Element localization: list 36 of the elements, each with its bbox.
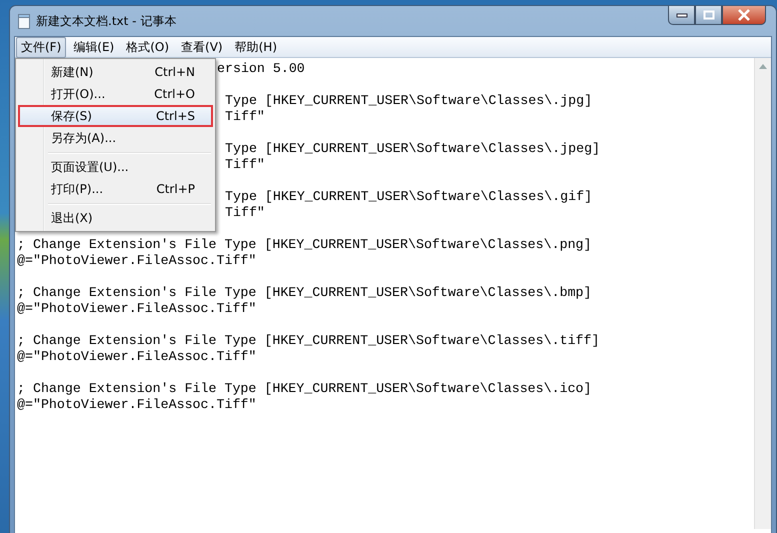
- window-title: 新建文本文档.txt - 记事本: [36, 12, 176, 30]
- text-line: ; Change Extension's File Type [HKEY_CURRENT_USER\Software\Classes\.tiff]: [17, 333, 600, 348]
- text-line: @="PhotoViewer.FileAssoc.Tiff": [17, 397, 256, 412]
- vertical-scrollbar[interactable]: [754, 58, 771, 529]
- text-line: @="PhotoViewer.FileAssoc.Tiff": [17, 349, 256, 364]
- maximize-icon: [702, 10, 714, 20]
- text-line: Tiff": [225, 205, 265, 220]
- text-line: Type [HKEY_CURRENT_USER\Software\Classes\.jpeg]: [225, 141, 600, 156]
- text-line: Type [HKEY_CURRENT_USER\Software\Classes\.gif]: [225, 189, 592, 204]
- text-line: ; Change Extension's File Type [HKEY_CURRENT_USER\Software\Classes\.bmp]: [17, 285, 592, 300]
- text-line: ; Change Extension's File Type [HKEY_CURRENT_USER\Software\Classes\.ico]: [17, 381, 592, 396]
- menu-option[interactable]: 打开(O)... Ctrl+O: [18, 83, 213, 105]
- minimize-icon: [676, 12, 688, 18]
- menu-option[interactable]: 页面设置(U)...: [18, 156, 213, 178]
- menu-item[interactable]: 帮助(H): [230, 36, 282, 58]
- menu-option[interactable]: 新建(N) Ctrl+N: [18, 61, 213, 83]
- close-button[interactable]: [722, 6, 766, 25]
- close-icon: [737, 9, 751, 21]
- minimize-button[interactable]: [668, 6, 695, 25]
- menu-item[interactable]: 文件(F): [16, 36, 66, 58]
- notepad-icon: [18, 14, 30, 28]
- menu-option[interactable]: 退出(X): [18, 207, 213, 229]
- menu-item[interactable]: 查看(V): [176, 36, 228, 58]
- text-line: ; Change Extension's File Type [HKEY_CURRENT_USER\Software\Classes\.png]: [17, 237, 592, 252]
- menu-item[interactable]: 格式(O): [121, 36, 174, 58]
- menu-item[interactable]: 编辑(E): [68, 36, 120, 58]
- text-line: @="PhotoViewer.FileAssoc.Tiff": [17, 253, 256, 268]
- maximize-button[interactable]: [695, 6, 722, 25]
- text-line: Tiff": [225, 109, 265, 124]
- text-line: @="PhotoViewer.FileAssoc.Tiff": [17, 301, 256, 316]
- text-line: Type [HKEY_CURRENT_USER\Software\Classes\.jpg]: [225, 93, 592, 108]
- text-line: ersion 5.00: [217, 61, 305, 76]
- menu-option[interactable]: 打印(P)... Ctrl+P: [18, 178, 213, 200]
- text-line: Tiff": [225, 157, 265, 172]
- menu-option[interactable]: 保存(S) Ctrl+S: [18, 105, 213, 127]
- menu-option[interactable]: 另存为(A)...: [18, 127, 213, 149]
